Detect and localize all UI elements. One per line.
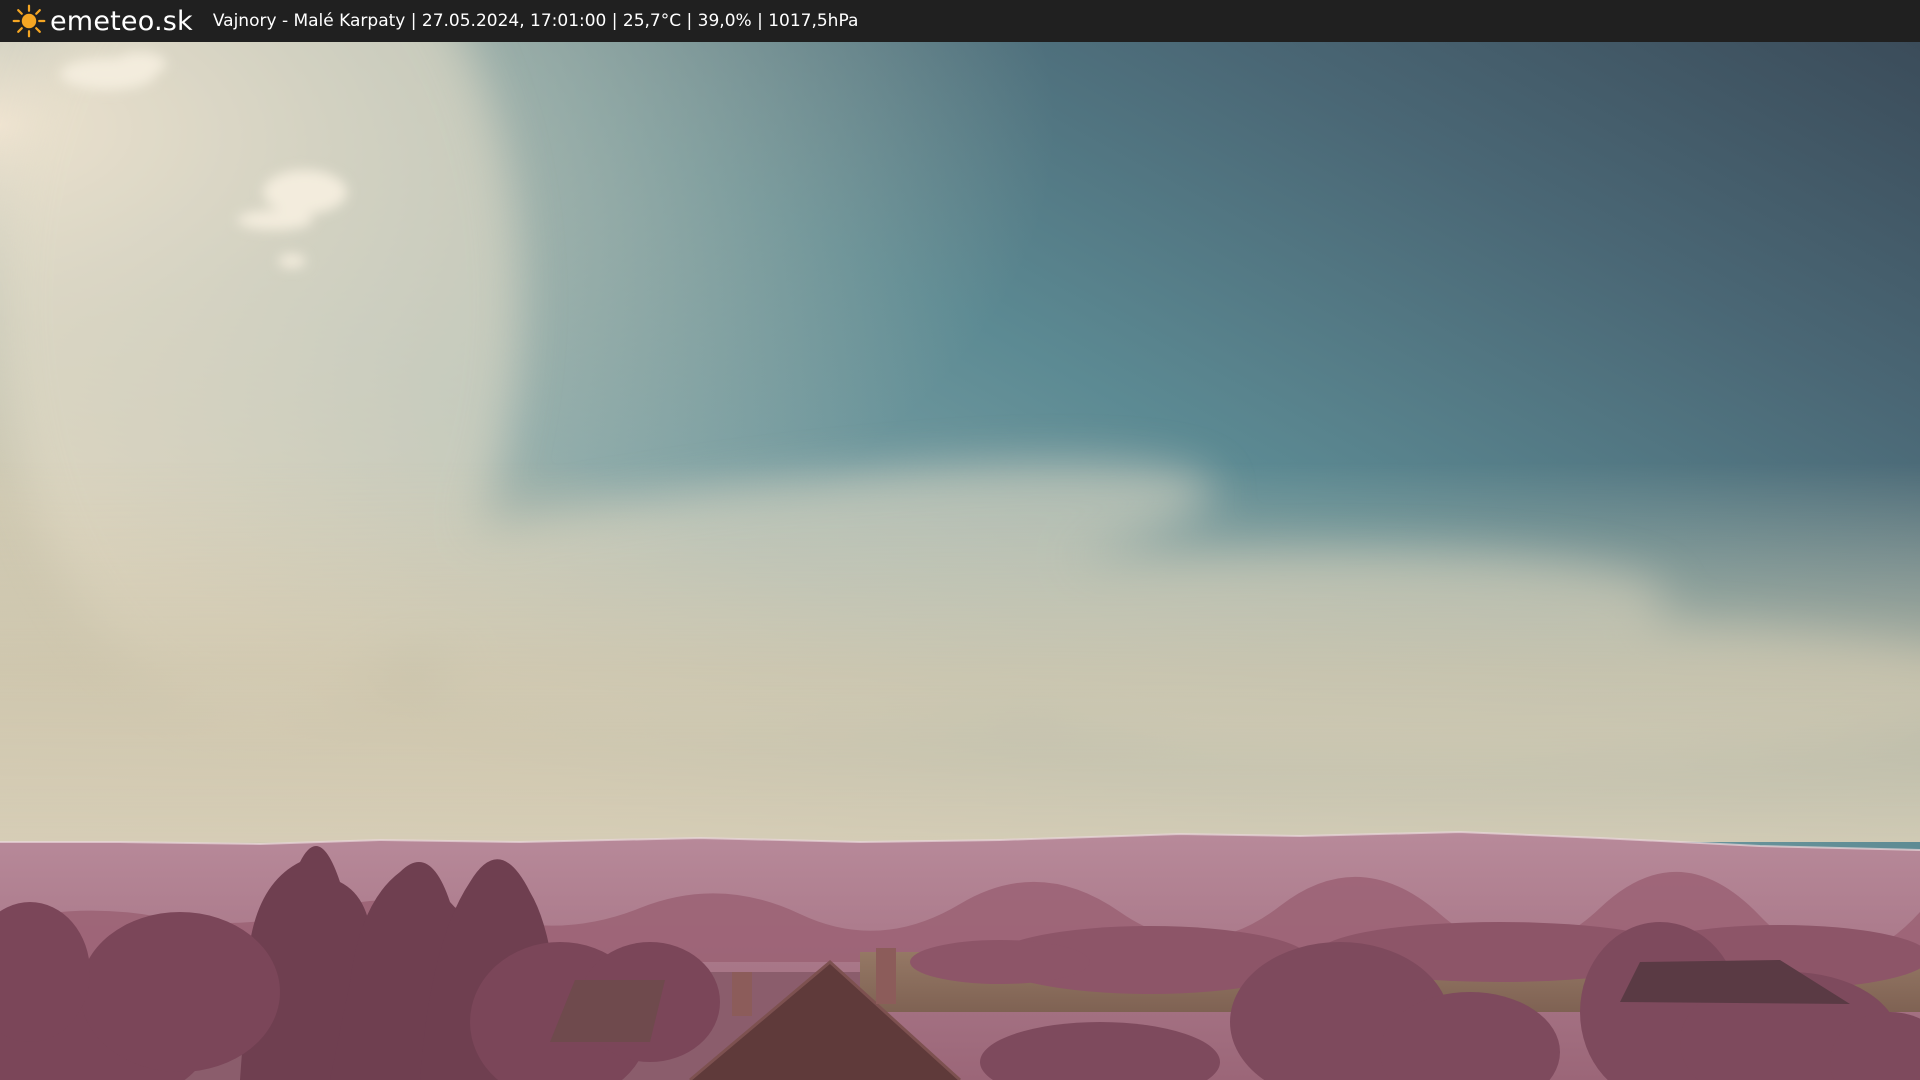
- sun-icon: [12, 4, 46, 38]
- webcam-image: [0, 42, 1920, 1080]
- webcam-frame: emeteo.sk Vajnory - Malé Karpaty | 27.05…: [0, 0, 1920, 1080]
- top-bar: emeteo.sk Vajnory - Malé Karpaty | 27.05…: [0, 0, 1920, 42]
- brand-name[interactable]: emeteo.sk: [50, 6, 193, 37]
- webcam-caption: Vajnory - Malé Karpaty | 27.05.2024, 17:…: [212, 11, 859, 31]
